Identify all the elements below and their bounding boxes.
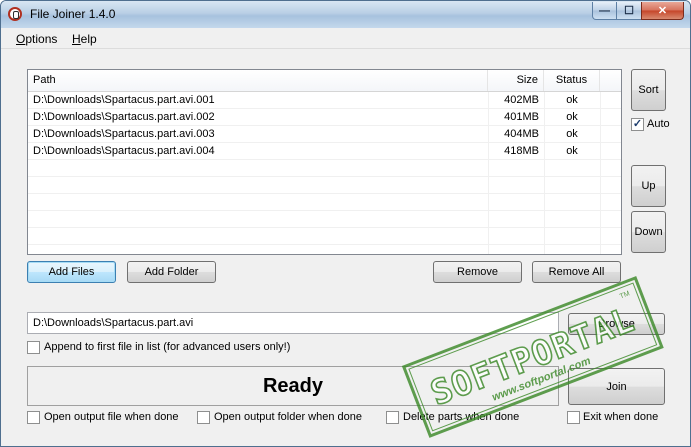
row-size: 418MB (504, 145, 539, 157)
table-row[interactable]: D:\Downloads\Spartacus.part.avi.003 404M… (28, 126, 621, 143)
menu-options-label: ptions (25, 32, 58, 46)
app-icon[interactable] (8, 7, 22, 21)
add-files-button[interactable]: Add Files (27, 261, 116, 283)
row-size: 401MB (504, 111, 539, 123)
append-checkbox[interactable] (27, 341, 40, 354)
down-button[interactable]: Down (631, 211, 666, 253)
row-status: ok (566, 128, 578, 140)
file-list[interactable]: Path Size Status D:\Downloads\Spartacus.… (27, 69, 622, 255)
sort-button[interactable]: Sort (631, 69, 666, 111)
file-list-rows: D:\Downloads\Spartacus.part.avi.001 402M… (28, 92, 621, 245)
empty-row (28, 160, 621, 177)
append-label: Append to first file in list (for advanc… (44, 341, 291, 353)
watermark-inner-frame (408, 282, 658, 432)
file-list-header: Path Size Status (28, 70, 621, 92)
watermark-tm: TM (619, 290, 631, 300)
exit-when-done-label: Exit when done (583, 411, 659, 423)
table-row[interactable]: D:\Downloads\Spartacus.part.avi.001 402M… (28, 92, 621, 109)
open-output-file-checkbox[interactable] (27, 411, 40, 424)
row-status: ok (566, 111, 578, 123)
empty-row (28, 228, 621, 245)
table-row[interactable]: D:\Downloads\Spartacus.part.avi.004 418M… (28, 143, 621, 160)
status-panel: Ready (27, 366, 559, 406)
minimize-button[interactable]: — (592, 2, 617, 20)
row-status: ok (566, 94, 578, 106)
column-header-status[interactable]: Status (544, 70, 600, 91)
row-path: D:\Downloads\Spartacus.part.avi.004 (33, 145, 215, 157)
empty-row (28, 194, 621, 211)
add-folder-button[interactable]: Add Folder (127, 261, 216, 283)
menu-options[interactable]: Options (16, 32, 57, 46)
row-size: 402MB (504, 94, 539, 106)
exit-when-done-checkbox[interactable] (567, 411, 580, 424)
remove-all-button[interactable]: Remove All (532, 261, 621, 283)
app-window: File Joiner 1.4.0 — ☐ ✕ Options Help Pat… (0, 0, 691, 447)
empty-row (28, 211, 621, 228)
close-button[interactable]: ✕ (641, 2, 684, 20)
browse-button[interactable]: Browse (568, 313, 665, 335)
row-size: 404MB (504, 128, 539, 140)
empty-row (28, 177, 621, 194)
row-path: D:\Downloads\Spartacus.part.avi.003 (33, 128, 215, 140)
auto-checkbox[interactable] (631, 118, 644, 131)
row-status: ok (566, 145, 578, 157)
menu-options-mnemonic: O (16, 32, 26, 46)
output-path-field[interactable]: D:\Downloads\Spartacus.part.avi (27, 312, 559, 334)
row-path: D:\Downloads\Spartacus.part.avi.002 (33, 111, 215, 123)
table-row[interactable]: D:\Downloads\Spartacus.part.avi.002 401M… (28, 109, 621, 126)
column-header-path[interactable]: Path (28, 70, 488, 91)
open-output-folder-label: Open output folder when done (214, 411, 363, 423)
window-title: File Joiner 1.4.0 (30, 7, 116, 21)
open-output-folder-checkbox[interactable] (197, 411, 210, 424)
menu-help-label: elp (80, 32, 97, 46)
maximize-button[interactable]: ☐ (616, 2, 642, 20)
delete-parts-checkbox[interactable] (386, 411, 399, 424)
row-path: D:\Downloads\Spartacus.part.avi.001 (33, 94, 215, 106)
delete-parts-label: Delete parts when done (403, 411, 520, 423)
menu-help-mnemonic: H (72, 32, 81, 46)
menu-help[interactable]: Help (72, 32, 97, 46)
remove-button[interactable]: Remove (433, 261, 522, 283)
open-output-file-label: Open output file when done (44, 411, 179, 423)
auto-label: Auto (647, 118, 670, 130)
join-button[interactable]: Join (568, 368, 665, 405)
column-header-size[interactable]: Size (488, 70, 544, 91)
menu-bar: Options Help (1, 28, 690, 49)
title-bar[interactable]: File Joiner 1.4.0 — ☐ ✕ (1, 1, 690, 28)
up-button[interactable]: Up (631, 165, 666, 207)
